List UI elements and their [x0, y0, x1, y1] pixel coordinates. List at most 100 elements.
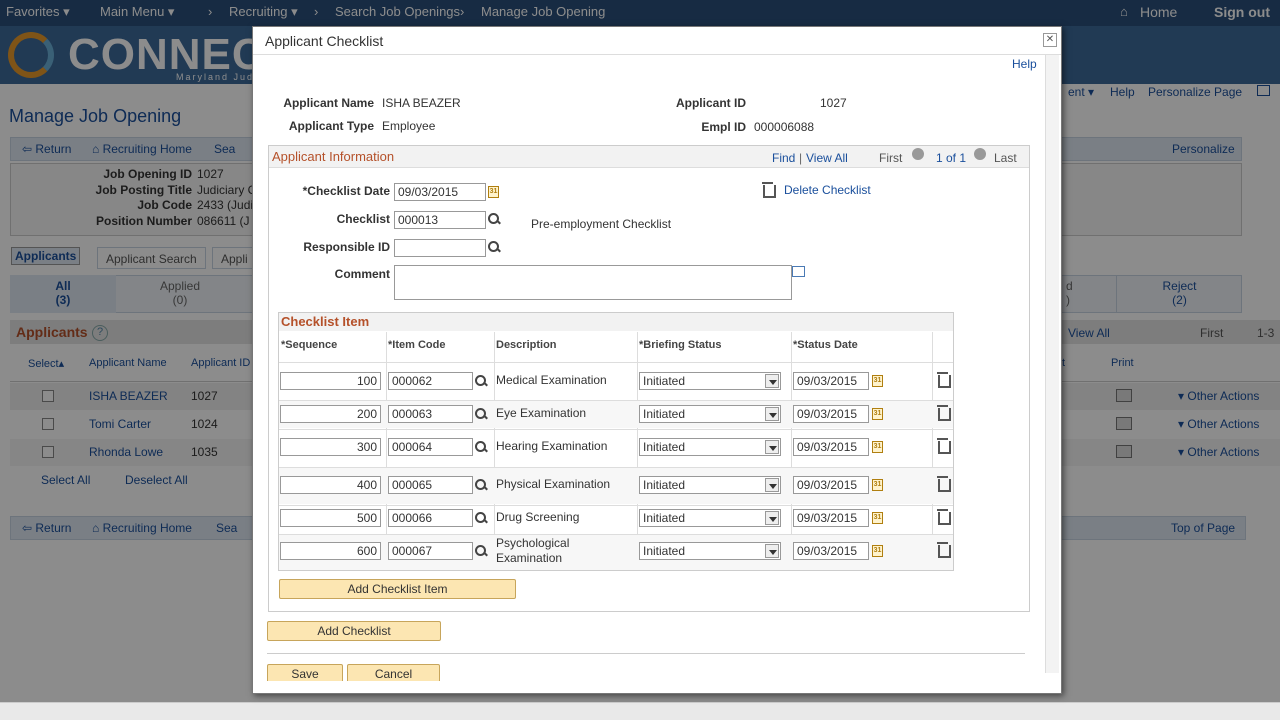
search-icon[interactable]: [488, 213, 500, 225]
calendar-icon[interactable]: 31: [872, 375, 883, 387]
checklist-label: Checklist: [336, 212, 390, 226]
chevron-down-icon[interactable]: [765, 511, 779, 525]
briefing-status-select[interactable]: Initiated: [639, 509, 781, 527]
previous-icon[interactable]: [912, 148, 924, 160]
briefing-status-select[interactable]: Initiated: [639, 476, 781, 494]
item-code-input[interactable]: 000067: [388, 542, 473, 560]
find-link[interactable]: Find: [772, 151, 795, 165]
briefing-status-column-header: *Briefing Status: [639, 339, 722, 351]
search-icon[interactable]: [475, 375, 487, 387]
status-date-input[interactable]: 09/03/2015: [793, 372, 869, 390]
first-label: First: [879, 151, 903, 165]
delete-checklist-link[interactable]: Delete Checklist: [784, 183, 871, 197]
calendar-icon[interactable]: 31: [872, 408, 883, 420]
briefing-status-value: Initiated: [643, 478, 686, 492]
next-icon[interactable]: [974, 148, 986, 160]
checklist-item-title: Checklist Item: [281, 314, 370, 329]
view-all-link[interactable]: View All: [806, 151, 848, 165]
calendar-icon[interactable]: 31: [872, 441, 883, 453]
calendar-icon[interactable]: 31: [872, 512, 883, 524]
status-date-input[interactable]: 09/03/2015: [793, 476, 869, 494]
sequence-input[interactable]: 500: [280, 509, 381, 527]
item-description: Drug Screening: [496, 510, 580, 524]
divider: [267, 653, 1025, 654]
item-description: Eye Examination: [496, 406, 587, 420]
save-button[interactable]: Save: [267, 664, 343, 681]
chevron-down-icon[interactable]: [765, 374, 779, 388]
sequence-input[interactable]: 400: [280, 476, 381, 494]
calendar-icon[interactable]: 31: [872, 479, 883, 491]
delete-row-icon[interactable]: [937, 509, 951, 525]
last-label: Last: [994, 151, 1017, 165]
help-link[interactable]: Help: [1012, 57, 1037, 71]
item-description: Hearing Examination: [496, 439, 608, 453]
status-date-column-header: *Status Date: [793, 339, 858, 351]
chevron-down-icon[interactable]: [765, 544, 779, 558]
item-description: Physical Examination: [496, 477, 611, 491]
calendar-icon[interactable]: 31: [488, 186, 499, 198]
chevron-down-icon[interactable]: [765, 407, 779, 421]
applicant-id-label: Applicant ID: [675, 96, 746, 110]
search-icon[interactable]: [488, 241, 500, 253]
status-date-input[interactable]: 09/03/2015: [793, 438, 869, 456]
briefing-status-value: Initiated: [643, 374, 686, 388]
status-date-input[interactable]: 09/03/2015: [793, 509, 869, 527]
delete-row-icon[interactable]: [937, 542, 951, 558]
checklist-input[interactable]: 000013: [394, 211, 486, 229]
item-code-input[interactable]: 000063: [388, 405, 473, 423]
briefing-status-select[interactable]: Initiated: [639, 542, 781, 560]
applicant-name-label: Applicant Name: [283, 96, 374, 110]
search-icon[interactable]: [475, 441, 487, 453]
comment-label: Comment: [334, 267, 390, 281]
dialog-scrollbar[interactable]: [1045, 55, 1059, 673]
sequence-input[interactable]: 300: [280, 438, 381, 456]
applicant-type-value: Employee: [382, 119, 436, 133]
comment-textarea[interactable]: [394, 265, 792, 300]
delete-row-icon[interactable]: [937, 476, 951, 492]
delete-row-icon[interactable]: [937, 405, 951, 421]
add-checklist-item-button[interactable]: Add Checklist Item: [279, 579, 516, 599]
item-code-input[interactable]: 000065: [388, 476, 473, 494]
checklist-date-label: *Checklist Date: [302, 184, 390, 198]
briefing-status-select[interactable]: Initiated: [639, 438, 781, 456]
sequence-input[interactable]: 200: [280, 405, 381, 423]
footer-clip: Save Cancel: [253, 664, 1045, 681]
status-date-input[interactable]: 09/03/2015: [793, 405, 869, 423]
applicant-type-label: Applicant Type: [288, 119, 374, 133]
empl-id-label: Empl ID: [701, 120, 746, 134]
item-description: Psychological Examination: [496, 536, 570, 565]
delete-row-icon[interactable]: [937, 438, 951, 454]
checklist-item-header: [279, 313, 953, 331]
status-date-input[interactable]: 09/03/2015: [793, 542, 869, 560]
checklist-date-input[interactable]: 09/03/2015: [394, 183, 486, 201]
sequence-column-header: *Sequence: [281, 339, 338, 351]
description-column-header: Description: [496, 339, 557, 351]
briefing-status-select[interactable]: Initiated: [639, 372, 781, 390]
search-icon[interactable]: [475, 512, 487, 524]
horizontal-scrollbar[interactable]: [0, 702, 1280, 720]
close-icon[interactable]: ✕: [1043, 33, 1057, 47]
delete-checklist-icon[interactable]: [762, 182, 776, 198]
responsible-id-input[interactable]: [394, 239, 486, 257]
sequence-input[interactable]: 100: [280, 372, 381, 390]
item-code-input[interactable]: 000062: [388, 372, 473, 390]
search-icon[interactable]: [475, 545, 487, 557]
briefing-status-select[interactable]: Initiated: [639, 405, 781, 423]
chevron-down-icon[interactable]: [765, 478, 779, 492]
page-counter: 1 of 1: [936, 151, 967, 165]
item-code-input[interactable]: 000066: [388, 509, 473, 527]
item-code-column-header: *Item Code: [388, 339, 446, 351]
delete-row-icon[interactable]: [937, 372, 951, 388]
briefing-status-value: Initiated: [643, 511, 686, 525]
sequence-input[interactable]: 600: [280, 542, 381, 560]
briefing-status-value: Initiated: [643, 544, 686, 558]
empl-id-value: 000006088: [754, 120, 815, 134]
search-icon[interactable]: [475, 479, 487, 491]
cancel-button[interactable]: Cancel: [347, 664, 440, 681]
add-checklist-button[interactable]: Add Checklist: [267, 621, 441, 641]
search-icon[interactable]: [475, 408, 487, 420]
calendar-icon[interactable]: 31: [872, 545, 883, 557]
chevron-down-icon[interactable]: [765, 440, 779, 454]
expand-icon[interactable]: [792, 266, 805, 277]
item-code-input[interactable]: 000064: [388, 438, 473, 456]
